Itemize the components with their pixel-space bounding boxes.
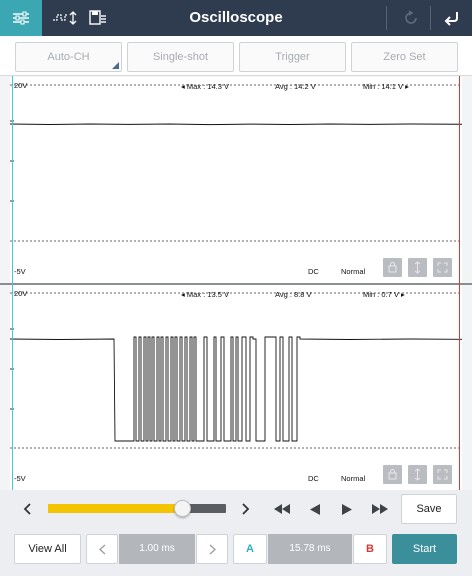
fast-forward-button[interactable] [366,490,394,528]
back-button[interactable] [432,0,472,36]
channel-1-plot [10,84,462,242]
ch2-bottom-scale: -5V [14,474,26,483]
save-data-icon [89,10,106,25]
lock-icon [388,469,397,480]
vertical-arrows-icon [414,468,421,481]
step-forward-button[interactable] [336,490,358,528]
single-shot-button[interactable]: Single-shot [127,42,234,72]
vertical-arrows-icon [414,261,421,274]
ch1-coupling: DC [308,267,319,276]
channel-2-scope[interactable]: 20V ◂ Max : 13.5 V Avg : 8.8 V Min : 0.7… [10,285,462,490]
fullscreen-icon [437,262,448,273]
ch1-fullscreen-button[interactable] [433,258,452,277]
slider-left-button[interactable] [16,490,38,528]
settings-sliders-button[interactable] [0,0,42,36]
zero-set-button[interactable]: Zero Set [351,42,458,72]
page-title: Oscilloscope [189,9,283,26]
ch1-bottom-scale: -5V [14,267,26,276]
cursor-b-line[interactable] [459,76,460,490]
channel-2-waveform [10,336,462,442]
view-all-button[interactable]: View All [14,534,81,564]
fullscreen-icon [437,469,448,480]
start-button[interactable]: Start [392,534,457,564]
timebase-value: 1.00 ms [119,534,195,564]
mode-bar: Auto-CH Single-shot Trigger Zero Set [0,36,472,76]
chevron-right-icon [242,503,250,515]
play-icon [342,503,352,515]
ch2-min-value: Min : 0.7 V ▸ [363,290,405,299]
waveform-trigger-icon [53,11,77,25]
chevron-left-icon [23,503,31,515]
position-slider[interactable] [48,500,226,517]
ch1-mode: Normal [341,267,366,276]
cursor-delta-value: 15.78 ms [268,534,352,564]
fast-forward-icon [372,504,388,514]
save-button[interactable]: Save [401,494,457,524]
step-back-button[interactable] [304,490,326,528]
ch1-vertical-zoom-button[interactable] [408,258,427,277]
top-bar: Oscilloscope [0,0,472,36]
slider-thumb[interactable] [173,500,191,517]
dropdown-corner-icon [112,62,119,69]
ch2-coupling: DC [308,474,319,483]
ch1-lock-button[interactable] [383,258,402,277]
auto-ch-label: Auto-CH [47,51,90,63]
timebase-decrease-button[interactable] [86,534,118,564]
trigger-label: Trigger [275,51,310,63]
channel-2-plot [10,292,462,449]
ch2-mode: Normal [341,474,366,483]
fast-rewind-button[interactable] [268,490,296,528]
ch1-max-value: ◂ Max : 14.3 V [181,82,229,91]
channel-1-scope[interactable]: 20V ◂ Max : 14.3 V Avg : 14.2 V Min : 14… [10,77,462,283]
lock-icon [388,262,397,273]
save-data-button[interactable] [85,0,111,36]
cursor-a-line[interactable] [12,76,13,490]
ch2-avg-value: Avg : 8.8 V [275,290,312,299]
slider-fill [48,504,182,513]
chevron-left-icon [98,543,105,555]
single-shot-label: Single-shot [152,51,209,63]
cursor-a-button[interactable]: A [233,534,267,564]
trigger-waveform-button[interactable] [45,0,85,36]
trigger-button[interactable]: Trigger [239,42,346,72]
chevron-right-icon [209,543,216,555]
back-arrow-icon [444,12,458,26]
playback-bar: Save [0,490,472,528]
ch1-avg-value: Avg : 14.2 V [275,82,316,91]
auto-ch-button[interactable]: Auto-CH [15,42,122,72]
ch2-max-value: ◂ Max : 13.5 V [181,290,229,299]
ch1-min-value: Min : 14.1 V ▸ [363,82,409,91]
ch1-top-scale: 20V [14,81,28,90]
zero-set-label: Zero Set [383,51,426,63]
ch2-fullscreen-button[interactable] [433,465,452,484]
right-arrow-icon: ▸ [403,82,409,91]
ch2-top-scale: 20V [14,289,28,298]
fast-rewind-icon [274,504,290,514]
ch2-vertical-zoom-button[interactable] [408,465,427,484]
timebase-increase-button[interactable] [196,534,228,564]
cursor-bar: View All 1.00 ms A 15.78 ms B Start [0,528,472,576]
oscilloscope-app: Oscilloscope Auto-CH Single-shot Trigger [0,0,472,576]
channel-1-waveform [10,123,462,126]
settings-sliders-icon [13,11,29,25]
refresh-button[interactable] [392,0,430,36]
divider [430,6,431,30]
refresh-icon [405,10,417,24]
slider-right-button[interactable] [235,490,257,528]
right-arrow-icon: ▸ [398,290,405,299]
cursor-b-button[interactable]: B [353,534,387,564]
play-reverse-icon [310,503,320,515]
ch2-lock-button[interactable] [383,465,402,484]
divider [386,6,387,30]
